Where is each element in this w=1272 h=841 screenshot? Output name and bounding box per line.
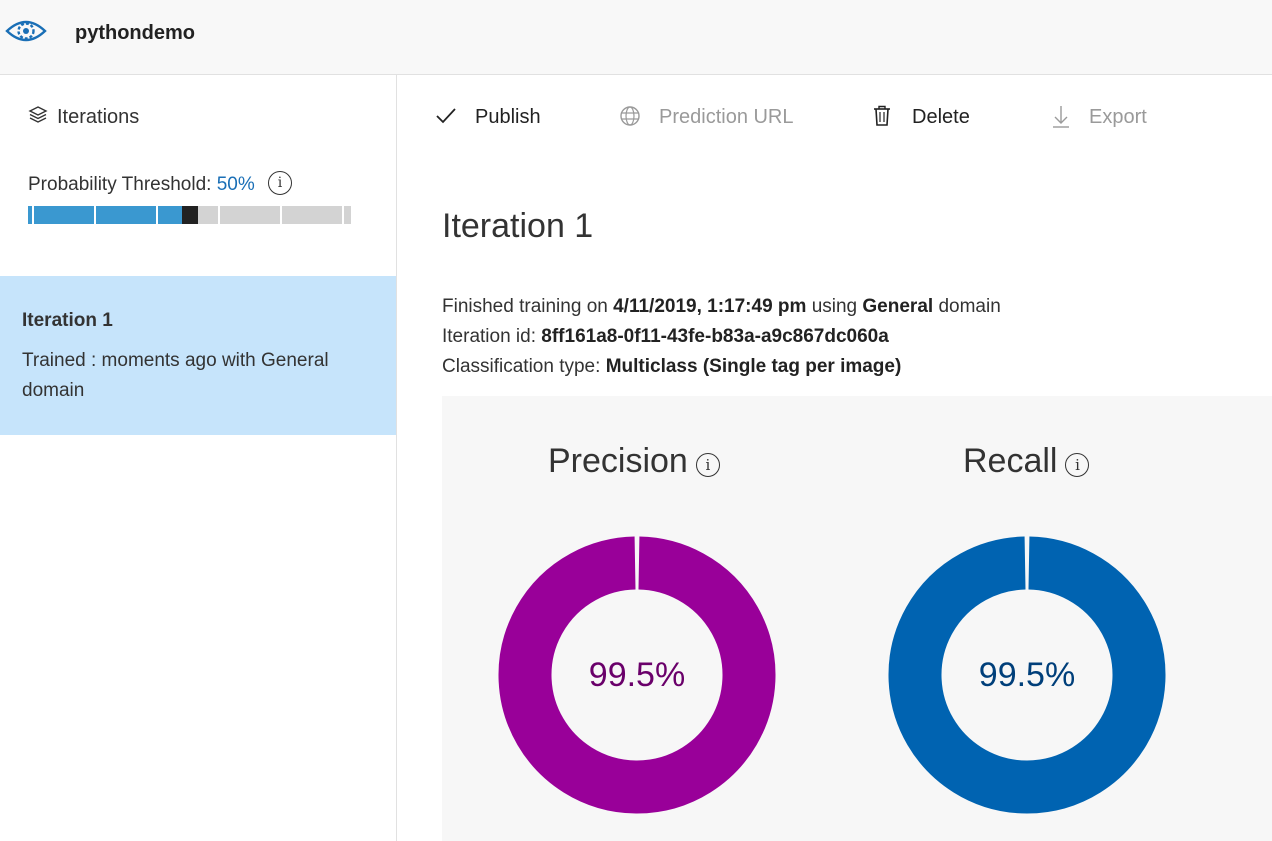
slider-fill (28, 206, 182, 224)
iteration-id-line: Iteration id: 8ff161a8-0f11-43fe-b83a-a9… (442, 322, 1001, 352)
globe-icon (620, 106, 640, 126)
delete-label: Delete (912, 106, 970, 128)
project-name[interactable]: pythondemo (75, 22, 195, 45)
recall-value: 99.5% (978, 656, 1076, 694)
download-icon (1053, 106, 1069, 128)
export-label: Export (1089, 106, 1147, 128)
prediction-url-label: Prediction URL (659, 106, 794, 128)
checkmark-icon (436, 108, 456, 124)
slider-tick (156, 206, 158, 224)
performance-panel: Precision i Recall i 99.5% 99.5% (442, 396, 1272, 841)
slider-track (198, 206, 351, 224)
recall-info-icon[interactable]: i (1065, 453, 1090, 478)
iterations-label: Iterations (57, 106, 140, 128)
iteration-list-item[interactable]: Iteration 1 Trained : moments ago with G… (0, 276, 396, 435)
slider-tick (342, 206, 344, 224)
page-title: Iteration 1 (442, 207, 594, 245)
slider-tick (280, 206, 282, 224)
finished-date: 4/11/2019, 1:17:49 pm (613, 296, 807, 317)
layers-icon (28, 106, 48, 123)
slider-tick (32, 206, 34, 224)
probability-threshold: Probability Threshold: 50% i (28, 171, 293, 197)
threshold-value: 50% (216, 174, 255, 196)
top-bar: pythondemo (0, 0, 1272, 75)
classification-type-value: Multiclass (Single tag per image) (605, 356, 902, 377)
threshold-label: Probability Threshold: (28, 174, 212, 196)
threshold-info-icon[interactable]: i (268, 171, 293, 195)
classification-type-label: Classification type: (442, 356, 606, 377)
domain-name: General (862, 296, 934, 317)
slider-tick (94, 206, 96, 224)
domain-suffix: domain (933, 296, 1001, 317)
training-info-line: Finished training on 4/11/2019, 1:17:49 … (442, 292, 1001, 322)
precision-label: Precision (548, 442, 688, 480)
slider-tick (218, 206, 220, 224)
iteration-name: Iteration 1 (22, 310, 113, 331)
sidebar: Iterations Probability Threshold: 50% i … (0, 75, 397, 841)
finished-prefix: Finished training on (442, 296, 614, 317)
precision-donut: 99.5% (497, 535, 777, 815)
classification-type-line: Classification type: Multiclass (Single … (442, 352, 1001, 382)
using-text: using (806, 296, 863, 317)
threshold-slider[interactable] (28, 206, 351, 224)
precision-value: 99.5% (588, 656, 686, 694)
iteration-description: Trained : moments ago with General domai… (22, 350, 329, 401)
recall-title: Recall i (963, 442, 1090, 481)
iteration-details: Finished training on 4/11/2019, 1:17:49 … (442, 292, 1001, 382)
recall-label: Recall (963, 442, 1058, 480)
recall-donut: 99.5% (887, 535, 1167, 815)
slider-thumb[interactable] (182, 206, 198, 224)
iteration-id-value: 8ff161a8-0f11-43fe-b83a-a9c867dc060a (541, 326, 889, 347)
iteration-id-label: Iteration id: (442, 326, 542, 347)
toolbar: Publish Prediction URL Delete Export (397, 75, 1272, 161)
eye-gear-icon[interactable] (5, 15, 47, 47)
precision-info-icon[interactable]: i (695, 453, 720, 478)
publish-label: Publish (475, 106, 541, 128)
trash-icon (874, 105, 890, 126)
precision-title: Precision i (548, 442, 720, 481)
